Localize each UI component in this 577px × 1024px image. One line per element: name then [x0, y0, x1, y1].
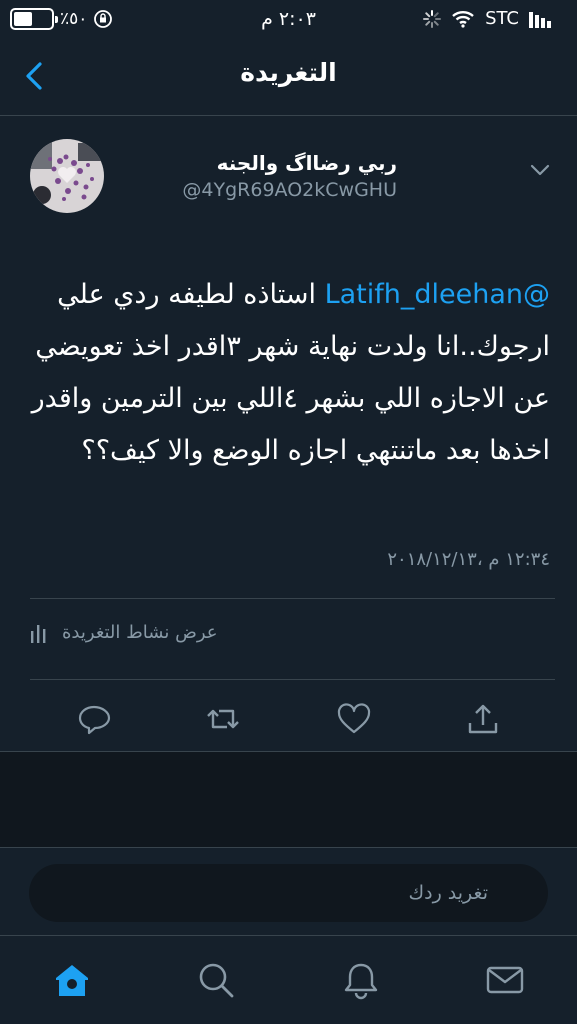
- divider: [30, 598, 555, 599]
- divider: [30, 679, 555, 680]
- page-title: التغريدة: [240, 58, 337, 87]
- avatar[interactable]: [30, 139, 104, 213]
- messages-icon[interactable]: [485, 960, 525, 1000]
- loading-spinner-icon: [423, 9, 442, 28]
- reply-composer: [0, 847, 577, 935]
- retweet-icon[interactable]: [205, 701, 241, 737]
- author-handle[interactable]: @4YgR69AO2kCwGHU: [182, 179, 397, 201]
- chevron-down-icon[interactable]: [527, 157, 553, 183]
- tweet-activity-label[interactable]: عرض نشاط التغريدة: [62, 622, 218, 643]
- tweet-text: @Latifh_dleehan استاذه لطيفه ردي علي ارج…: [30, 269, 550, 477]
- tab-bar: [0, 935, 577, 1024]
- like-icon[interactable]: [336, 701, 372, 737]
- nav-bar: التغريدة: [0, 40, 577, 116]
- tweet: ربي رضااگ والجنه @4YgR69AO2kCwGHU @Latif…: [0, 117, 577, 752]
- mention-link[interactable]: @Latifh_dleehan: [325, 279, 550, 310]
- empty-area: [0, 752, 577, 847]
- status-bar: ٪٥٠ ٢:٠٣ م STC: [0, 0, 577, 40]
- wifi-icon: [452, 10, 474, 28]
- notifications-icon[interactable]: [341, 960, 381, 1000]
- author-name[interactable]: ربي رضااگ والجنه: [182, 151, 397, 175]
- share-icon[interactable]: [465, 701, 501, 737]
- analytics-icon: [31, 624, 46, 643]
- carrier-name: STC: [485, 8, 519, 29]
- search-icon[interactable]: [196, 960, 236, 1000]
- status-right: STC: [423, 8, 557, 29]
- signal-icon: [529, 11, 551, 28]
- tweet-actions: [0, 693, 577, 749]
- tweet-activity-link[interactable]: عرض نشاط التغريدة: [30, 622, 555, 643]
- home-icon[interactable]: [52, 960, 92, 1000]
- reply-icon[interactable]: [76, 701, 112, 737]
- author-info[interactable]: ربي رضااگ والجنه @4YgR69AO2kCwGHU: [182, 151, 397, 201]
- tweet-timestamp: ١٢:٣٤ م ،٢٠١٨/١٢/١٣: [387, 549, 550, 570]
- reply-input[interactable]: [29, 864, 548, 922]
